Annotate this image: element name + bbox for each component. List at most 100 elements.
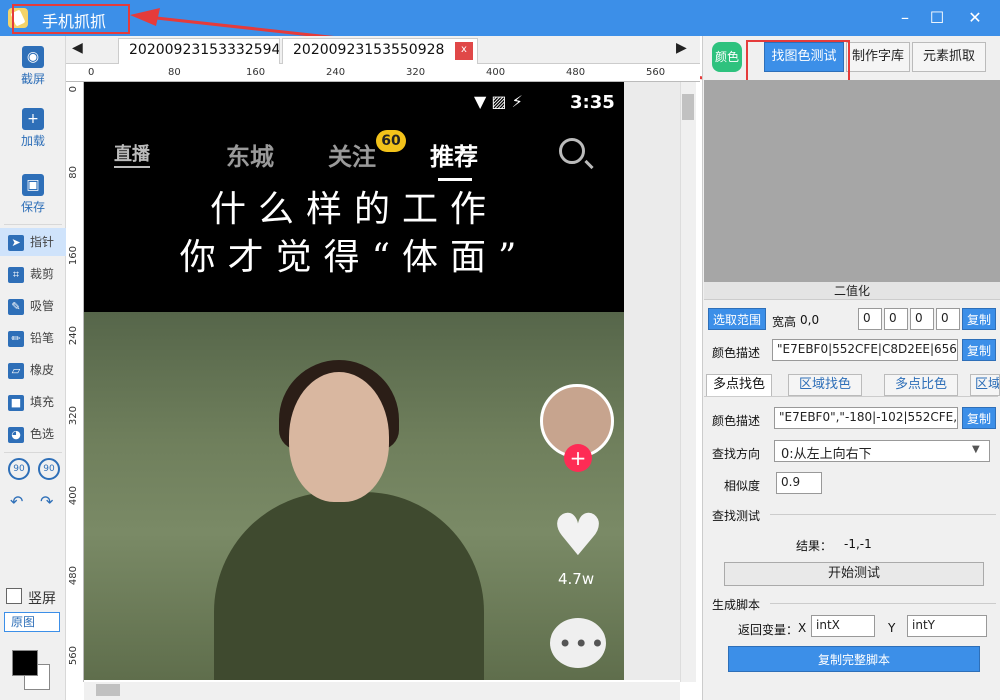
copy-coords-button[interactable]: 复制 <box>962 308 996 330</box>
crop-icon: ⌗ <box>8 266 24 283</box>
divider <box>4 452 62 453</box>
pointer-tool[interactable]: ➤ 指针 <box>0 228 66 256</box>
coord-x1-input[interactable]: 0 <box>858 308 882 330</box>
vertical-scroll-thumb[interactable] <box>682 94 694 120</box>
result-value: -1,-1 <box>844 537 872 551</box>
load-button[interactable]: + 加载 <box>0 108 66 149</box>
multi-color-input[interactable]: "E7EBF0","-180|-102|552CFE,-206| <box>774 407 958 429</box>
original-size-button[interactable]: 原图 <box>4 612 60 632</box>
eraser-tool[interactable]: ▱ 橡皮 <box>0 356 66 384</box>
eyedropper-icon: ✎ <box>8 298 24 315</box>
ruler-tick: 80 <box>68 166 79 179</box>
copy-color-desc-button[interactable]: 复制 <box>962 339 996 361</box>
x-label: X <box>798 621 807 635</box>
similarity-input[interactable]: 0.9 <box>776 472 822 494</box>
copy-full-script-button[interactable]: 复制完整脚本 <box>728 646 980 672</box>
eyedropper-label: 吸管 <box>30 299 55 313</box>
undo-icon[interactable]: ↶ <box>10 492 23 511</box>
coord-x2-input[interactable]: 0 <box>910 308 934 330</box>
gen-script-label: 生成脚本 <box>712 598 761 612</box>
nav-dongcheng: 东城 <box>226 143 274 171</box>
horizontal-scrollbar[interactable] <box>84 682 680 700</box>
coord-y1-input[interactable]: 0 <box>884 308 908 330</box>
nav-recommend: 推荐 <box>430 143 478 171</box>
tab-image-1[interactable]: 20200923153332594 <box>118 38 280 64</box>
nav-follow: 关注 <box>328 143 376 171</box>
palette-icon: ◕ <box>8 426 24 443</box>
pencil-tool[interactable]: ✏ 铅笔 <box>0 324 66 352</box>
person-figure <box>214 492 484 680</box>
person-face <box>289 372 389 502</box>
rotate-ccw-button[interactable]: 90 <box>8 458 30 480</box>
ruler-tick: 480 <box>68 566 79 586</box>
ruler-tick: 320 <box>68 406 79 426</box>
pencil-label: 铅笔 <box>30 331 55 345</box>
tab-close-button[interactable]: x <box>455 42 473 60</box>
save-icon: ▣ <box>22 174 44 196</box>
title-bar <box>0 0 1000 36</box>
direction-select[interactable]: 0:从左上向右下 <box>774 440 990 462</box>
crop-tool[interactable]: ⌗ 裁剪 <box>0 260 66 288</box>
ruler-tick: 160 <box>68 246 79 266</box>
tab-area-find[interactable]: 区域找色 <box>788 374 862 396</box>
horizontal-scroll-thumb[interactable] <box>96 684 120 696</box>
tab-make-font-library[interactable]: 制作字库 <box>846 42 910 72</box>
return-y-input[interactable]: intY <box>907 615 987 637</box>
tab-area-more[interactable]: 区域 <box>970 374 1000 396</box>
palette-tool[interactable]: ◕ 色选 <box>0 420 66 448</box>
select-range-button[interactable]: 选取范围 <box>708 308 766 330</box>
ruler-tick: 320 <box>406 67 426 78</box>
vertical-ruler: 0 80 160 240 320 400 480 560 <box>66 82 84 682</box>
save-button[interactable]: ▣ 保存 <box>0 174 66 215</box>
portrait-checkbox[interactable] <box>6 588 22 604</box>
eyedropper-tool[interactable]: ✎ 吸管 <box>0 292 66 320</box>
like-count: 4.7w <box>558 570 595 588</box>
multi-color-label: 颜色描述 <box>712 414 761 428</box>
ruler-tick: 560 <box>646 67 666 78</box>
tab-multi-point-find[interactable]: 多点找色 <box>706 374 772 396</box>
foreground-color-swatch[interactable] <box>12 650 38 676</box>
test-section-label: 查找测试 <box>712 509 761 523</box>
live-icon: 直播 <box>114 140 150 168</box>
section-divider <box>770 603 996 604</box>
close-button[interactable]: ✕ <box>958 6 992 30</box>
maximize-button[interactable]: ☐ <box>920 6 954 30</box>
caption-line-1: 什么样的工作 <box>209 189 498 230</box>
status-time: 3:35 <box>570 92 615 113</box>
palette-label: 色选 <box>30 427 55 441</box>
copy-multi-color-button[interactable]: 复制 <box>962 407 996 429</box>
ruler-tick: 240 <box>68 326 79 346</box>
start-test-button[interactable]: 开始测试 <box>724 562 984 586</box>
tab-scroll-right-icon[interactable]: ▶ <box>676 40 687 56</box>
screenshot-label: 截屏 <box>20 72 45 86</box>
eraser-label: 橡皮 <box>30 363 55 377</box>
video-frame <box>84 312 624 680</box>
section-divider <box>770 514 996 515</box>
redo-icon[interactable]: ↷ <box>40 492 53 511</box>
minimize-button[interactable]: – <box>888 6 922 30</box>
caption-line-2: 你才觉得“体面” <box>179 237 529 278</box>
load-icon: + <box>22 108 44 130</box>
horizontal-ruler: 0 80 160 240 320 400 480 560 <box>66 64 700 82</box>
phone-screenshot[interactable]: ▼ ▨ ⚡ 3:35 直播 东城 关注 60 推荐 什么样的工作 你才觉得“体面… <box>84 82 624 680</box>
result-label: 结果： <box>796 539 833 553</box>
ruler-tick: 240 <box>326 67 346 78</box>
tab-element-capture[interactable]: 元素抓取 <box>912 42 986 72</box>
tab-image-2[interactable]: 20200923153550928 <box>282 38 478 64</box>
ruler-tick: 160 <box>246 67 266 78</box>
vertical-scrollbar[interactable] <box>680 82 696 682</box>
status-icons: ▼ ▨ ⚡ <box>474 92 523 111</box>
title-highlight-annotation <box>12 4 130 34</box>
coord-y2-input[interactable]: 0 <box>936 308 960 330</box>
return-x-input[interactable]: intX <box>811 615 875 637</box>
fill-tool[interactable]: ■ 填充 <box>0 388 66 416</box>
screenshot-button[interactable]: ◉ 截屏 <box>0 46 66 87</box>
color-tab-button[interactable]: 颜色 <box>712 42 742 72</box>
color-desc-input[interactable]: "E7EBF0|552CFE|C8D2EE|656364|443A <box>772 339 958 361</box>
tab-multi-point-compare[interactable]: 多点比色 <box>884 374 958 396</box>
tab-scroll-left-icon[interactable]: ◀ <box>72 40 83 56</box>
similarity-label: 相似度 <box>724 479 761 493</box>
binarize-header: 二值化 <box>704 282 1000 300</box>
load-label: 加载 <box>20 134 45 148</box>
rotate-cw-button[interactable]: 90 <box>38 458 60 480</box>
